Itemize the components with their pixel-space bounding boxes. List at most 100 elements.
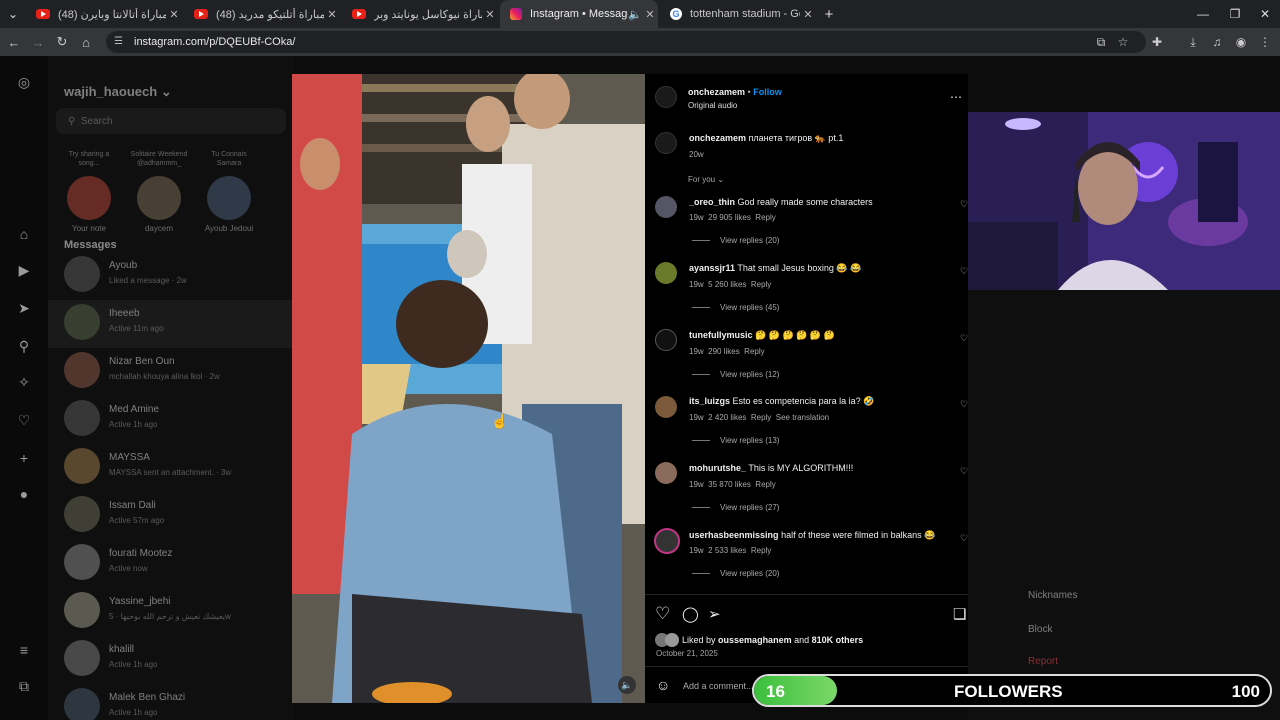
comment-likes[interactable]: 2 420 likes <box>708 413 746 422</box>
comment-icon[interactable]: ◯ <box>682 605 699 623</box>
save-bookmark-icon[interactable]: ❑ <box>953 605 966 623</box>
author-username[interactable]: onchezamem <box>688 87 745 97</box>
note-item[interactable]: Solitaire Weekend @adhammm_ daycem <box>130 150 188 233</box>
comment-likes[interactable]: 290 likes <box>708 347 740 356</box>
reload-icon[interactable]: ↻ <box>52 32 72 52</box>
restore-button[interactable]: ❐ <box>1218 0 1252 28</box>
tab-newcastle[interactable]: ملخص مباراة نيوكاسل يونايتد وبر ✕ <box>342 0 498 28</box>
search-input[interactable]: ⚲ Search <box>56 108 286 134</box>
like-heart-icon[interactable]: ♡ <box>959 399 969 409</box>
close-icon[interactable]: ✕ <box>800 8 816 21</box>
url-field[interactable]: ☰ instagram.com/p/DQEUBf-COka/ <box>106 31 1146 53</box>
reply-button[interactable]: Reply <box>755 480 775 489</box>
nicknames-option[interactable]: Nicknames <box>1028 590 1077 601</box>
search-icon[interactable]: ⚲ <box>14 336 34 356</box>
note-item[interactable]: Try sharing a song... Your note <box>60 150 118 233</box>
report-option[interactable]: Report <box>1028 656 1058 667</box>
see-translation-button[interactable]: See translation <box>776 413 829 422</box>
caption-author[interactable]: onchezamem <box>689 133 746 143</box>
comment-avatar[interactable] <box>655 196 677 218</box>
profile-avatar-icon[interactable]: ● <box>14 484 34 504</box>
notifications-heart-icon[interactable]: ♡ <box>14 410 34 430</box>
menu-icon[interactable]: ⋮ <box>1256 33 1274 51</box>
reply-button[interactable]: Reply <box>751 546 771 555</box>
site-info-icon[interactable]: ☰ <box>114 36 126 48</box>
comment-user[interactable]: ayanssjr11 <box>689 263 735 273</box>
view-replies-button[interactable]: View replies (45) <box>692 303 779 312</box>
close-icon[interactable]: ✕ <box>166 8 182 21</box>
view-replies-button[interactable]: View replies (13) <box>692 436 779 445</box>
author-avatar[interactable] <box>655 132 677 154</box>
conversation-item[interactable]: Nizar Ben Oun mchallah khouya alina lkol… <box>48 348 293 396</box>
block-option[interactable]: Block <box>1028 624 1052 635</box>
share-icon[interactable]: ➢ <box>708 605 721 623</box>
threads-icon[interactable]: ⧉ <box>14 676 34 696</box>
conversation-item[interactable]: Malek Ben Ghazi Active 1h ago <box>48 684 293 720</box>
comment-avatar[interactable] <box>655 329 677 351</box>
create-icon[interactable]: + <box>14 448 34 468</box>
instagram-logo-icon[interactable]: ◎ <box>14 72 34 92</box>
post-video[interactable] <box>292 74 645 703</box>
audio-link[interactable]: Original audio <box>688 101 737 110</box>
conversation-item[interactable]: Yassine_jbehi يعيشك نعيش و ترحم الله بوح… <box>48 588 293 636</box>
comment-likes[interactable]: 5 260 likes <box>708 280 746 289</box>
comment-likes[interactable]: 29 905 likes <box>708 213 751 222</box>
comment-likes[interactable]: 35 870 likes <box>708 480 751 489</box>
comment-likes[interactable]: 2 533 likes <box>708 546 746 555</box>
follow-button[interactable]: Follow <box>753 87 782 97</box>
comment-avatar[interactable] <box>654 528 680 554</box>
media-control-icon[interactable]: ♫ <box>1208 33 1226 51</box>
note-item[interactable]: Tu Connais Samara Ayoub Jedoui <box>200 150 258 233</box>
conversation-item[interactable]: MAYSSA MAYSSA sent an attachment. · 3w <box>48 444 293 492</box>
close-icon[interactable]: ✕ <box>482 8 498 21</box>
sort-dropdown[interactable]: For you ⌄ <box>688 175 724 184</box>
view-replies-button[interactable]: View replies (12) <box>692 370 779 379</box>
reels-icon[interactable]: ▶ <box>14 260 34 280</box>
tab-search-icon[interactable]: ⌄ <box>2 0 24 28</box>
back-icon[interactable]: ← <box>4 32 24 52</box>
comment-user[interactable]: mohurutshe_ <box>689 463 746 473</box>
comment-avatar[interactable] <box>655 396 677 418</box>
minimize-button[interactable]: — <box>1186 0 1220 28</box>
tab-atalanta[interactable]: (48) ملخص مباراة أتالانتا وبايرن ✕ <box>26 0 182 28</box>
author-avatar[interactable] <box>655 86 677 108</box>
new-tab-button[interactable]: + <box>818 0 840 28</box>
home-icon[interactable]: ⌂ <box>76 32 96 52</box>
speaker-icon[interactable]: 🔈 <box>628 8 642 21</box>
more-options-icon[interactable]: ⋯ <box>950 90 962 104</box>
profile-icon[interactable]: ◉ <box>1232 33 1250 51</box>
extensions-icon[interactable]: ✚ <box>1148 33 1166 51</box>
reply-button[interactable]: Reply <box>751 413 771 422</box>
conversation-item[interactable]: Med Amine Active 1h ago <box>48 396 293 444</box>
comment-avatar[interactable] <box>655 262 677 284</box>
reply-button[interactable]: Reply <box>751 280 771 289</box>
conversation-item[interactable]: fourati Mootez Active now <box>48 540 293 588</box>
close-icon[interactable]: ✕ <box>642 8 658 21</box>
install-app-icon[interactable]: ⧉ <box>1092 33 1110 51</box>
like-heart-icon[interactable]: ♡ <box>655 604 670 624</box>
like-heart-icon[interactable]: ♡ <box>959 533 969 543</box>
comment-user[interactable]: _oreo_thin <box>689 197 735 207</box>
liked-by-others[interactable]: 810K others <box>812 635 864 645</box>
close-icon[interactable]: ✕ <box>324 8 340 21</box>
tab-instagram[interactable]: Instagram • Messages 🔈 ✕ <box>500 0 658 28</box>
conversation-item[interactable]: Iheeeb Active 11m ago <box>48 300 293 348</box>
download-icon[interactable]: ⤓ <box>1184 33 1202 51</box>
conversation-item[interactable]: khalill Active 1h ago <box>48 636 293 684</box>
explore-icon[interactable]: ✧ <box>14 372 34 392</box>
comment-input[interactable]: Add a comment... <box>683 681 754 691</box>
comment-avatar[interactable] <box>655 462 677 484</box>
like-heart-icon[interactable]: ♡ <box>959 466 969 476</box>
comment-user[interactable]: its_luizgs <box>689 396 730 406</box>
reply-button[interactable]: Reply <box>744 347 764 356</box>
conversation-item[interactable]: Issam Dali Active 57m ago <box>48 492 293 540</box>
more-menu-icon[interactable]: ≡ <box>14 640 34 660</box>
view-replies-button[interactable]: View replies (20) <box>692 569 779 578</box>
bookmark-star-icon[interactable]: ☆ <box>1114 33 1132 51</box>
tab-atletico[interactable]: (48) ملخص مباراة أتلتيكو مدريد ✕ <box>184 0 340 28</box>
like-heart-icon[interactable]: ♡ <box>959 333 969 343</box>
view-replies-button[interactable]: View replies (20) <box>692 236 779 245</box>
comment-user[interactable]: userhasbeenmissing <box>689 530 779 540</box>
emoji-icon[interactable]: ☺ <box>656 677 670 693</box>
mute-toggle-icon[interactable]: 🔈 <box>618 676 636 694</box>
